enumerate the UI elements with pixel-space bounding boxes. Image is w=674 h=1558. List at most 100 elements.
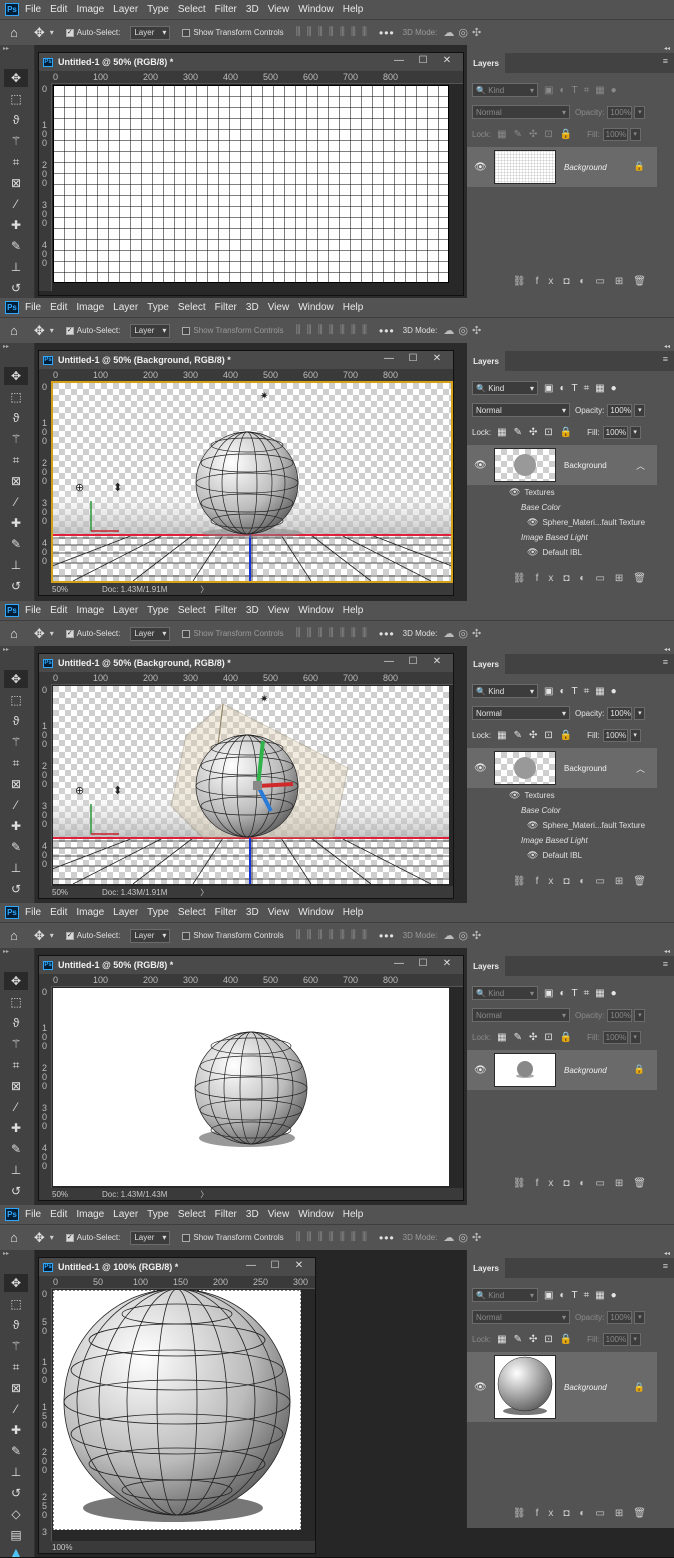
menu-select[interactable]: Select: [178, 302, 206, 313]
layer-row-background[interactable]: 👁 Background 🔒: [467, 147, 657, 187]
collapse-arrows-icon[interactable]: ▸▸: [3, 45, 9, 52]
document-tab[interactable]: Ps Untitled-1 @ 100% (RGB/8) * — ☐ ✕: [39, 1258, 315, 1276]
tab-layers[interactable]: Layers: [467, 654, 505, 674]
3d-mode-icons[interactable]: ☁◎✣: [443, 929, 485, 942]
move-icon[interactable]: ✥: [4, 670, 28, 688]
panel-footer-icons[interactable]: ⛓fx◘◐▭⊞🗑: [467, 874, 674, 888]
minimize-icon[interactable]: —: [239, 1260, 263, 1271]
blur-icon[interactable]: 💧: [4, 1547, 28, 1557]
collapse-arrows-icon[interactable]: ◂◂: [664, 948, 670, 955]
clone-stamp-icon[interactable]: ⊥: [4, 1463, 28, 1481]
more-options-icon[interactable]: •••: [379, 26, 395, 40]
magic-wand-icon[interactable]: ⚚: [4, 733, 28, 751]
chevron-down-icon[interactable]: ▾: [629, 425, 641, 439]
brush-icon[interactable]: ✎: [4, 838, 28, 856]
layer-row-background[interactable]: 👁 Background ︿: [467, 748, 657, 788]
crop-icon[interactable]: ⌗: [4, 153, 28, 171]
chevron-right-icon[interactable]: 〉: [200, 1189, 208, 1200]
lasso-icon[interactable]: ϑ: [4, 712, 28, 730]
move-icon[interactable]: ✥: [4, 69, 28, 87]
default-ibl-row[interactable]: 👁 Default IBL: [527, 848, 582, 863]
menu-select[interactable]: Select: [178, 605, 206, 616]
menu-image[interactable]: Image: [76, 4, 104, 15]
collapse-arrows-icon[interactable]: ◂◂: [664, 343, 670, 350]
brush-icon[interactable]: ✎: [4, 1442, 28, 1460]
healing-brush-icon[interactable]: ✚: [4, 514, 28, 532]
menu-layer[interactable]: Layer: [113, 4, 138, 15]
crop-icon[interactable]: ⌗: [4, 754, 28, 772]
move-tool-icon[interactable]: ✥: [34, 626, 45, 642]
chevron-down-icon[interactable]: ▾: [50, 28, 54, 37]
menu-view[interactable]: View: [268, 4, 290, 15]
lock-icons[interactable]: ▦✎✣⊡🔒: [497, 129, 579, 140]
frame-icon[interactable]: ⊠: [4, 775, 28, 793]
menu-view[interactable]: View: [268, 1209, 290, 1220]
maximize-icon[interactable]: ☐: [401, 353, 425, 364]
document-tab[interactable]: Ps Untitled-1 @ 50% (Background, RGB/8) …: [39, 351, 453, 369]
eye-icon[interactable]: 👁: [527, 850, 538, 861]
opacity-field[interactable]: 100%: [607, 105, 633, 119]
menu-file[interactable]: File: [25, 302, 41, 313]
eye-icon[interactable]: 👁: [527, 820, 538, 831]
eye-icon[interactable]: 👁: [527, 547, 538, 558]
3d-canvas[interactable]: ✷ ⊕ ⬍: [53, 686, 449, 884]
menu-help[interactable]: Help: [343, 4, 364, 15]
crop-icon[interactable]: ⌗: [4, 1056, 28, 1074]
frame-icon[interactable]: ⊠: [4, 1379, 28, 1397]
menu-3d[interactable]: 3D: [246, 1209, 259, 1220]
menu-edit[interactable]: Edit: [50, 605, 67, 616]
tab-layers[interactable]: Layers: [467, 956, 505, 976]
more-options-icon[interactable]: •••: [379, 929, 395, 943]
auto-select-checkbox[interactable]: ✓: [65, 931, 74, 940]
lasso-icon[interactable]: ϑ: [4, 1316, 28, 1334]
filter-icons[interactable]: ▣◐T⌗▦●: [544, 1290, 623, 1301]
home-icon[interactable]: ⌂: [10, 25, 18, 40]
move-icon[interactable]: ✥: [4, 972, 28, 990]
filter-icons[interactable]: ▣◐T⌗▦●: [544, 686, 623, 697]
clone-stamp-icon[interactable]: ⊥: [4, 556, 28, 574]
menu-file[interactable]: File: [25, 907, 41, 918]
maximize-icon[interactable]: ☐: [411, 55, 435, 66]
show-transform-checkbox[interactable]: [182, 629, 191, 638]
menu-layer[interactable]: Layer: [113, 907, 138, 918]
chevron-down-icon[interactable]: ▾: [634, 1008, 646, 1022]
eye-icon[interactable]: 👁: [474, 1382, 488, 1393]
menu-window[interactable]: Window: [298, 1209, 334, 1220]
opacity-field[interactable]: 100%: [607, 1310, 633, 1324]
fill-field[interactable]: 100%: [602, 425, 628, 439]
align-icons[interactable]: ⫼⫼⫼⫼⫼⫼⫼: [296, 929, 373, 942]
auto-select-target-dropdown[interactable]: Layer ▾: [130, 1230, 171, 1245]
3d-canvas[interactable]: ✷ ⊕ ⬍: [51, 381, 453, 583]
menu-select[interactable]: Select: [178, 4, 206, 15]
menu-window[interactable]: Window: [298, 4, 334, 15]
document-tab[interactable]: Ps Untitled-1 @ 50% (RGB/8) * — ☐ ✕: [39, 53, 463, 71]
history-brush-icon[interactable]: ↺: [4, 1182, 28, 1200]
menu-file[interactable]: File: [25, 1209, 41, 1220]
crop-icon[interactable]: ⌗: [4, 451, 28, 469]
gradient-icon[interactable]: ▤: [4, 1526, 28, 1544]
healing-brush-icon[interactable]: ✚: [4, 1119, 28, 1137]
eraser-icon[interactable]: ◇: [4, 1505, 28, 1523]
align-icons[interactable]: ⫼⫼⫼⫼⫼⫼⫼: [296, 627, 373, 640]
marquee-icon[interactable]: ⬚: [4, 993, 28, 1011]
chevron-down-icon[interactable]: ▾: [629, 127, 641, 141]
tab-layers[interactable]: Layers: [467, 53, 505, 73]
clone-stamp-icon[interactable]: ⊥: [4, 1161, 28, 1179]
menu-file[interactable]: File: [25, 605, 41, 616]
show-transform-checkbox[interactable]: [182, 326, 191, 335]
menu-3d[interactable]: 3D: [246, 4, 259, 15]
home-icon[interactable]: ⌂: [10, 1230, 18, 1245]
lock-icons[interactable]: ▦✎✣⊡🔒: [497, 1334, 579, 1345]
collapse-arrows-icon[interactable]: ▸▸: [3, 343, 9, 350]
panel-menu-icon[interactable]: ≡: [663, 56, 668, 66]
eye-icon[interactable]: 👁: [474, 460, 488, 471]
history-brush-icon[interactable]: ↺: [4, 880, 28, 898]
move-tool-icon[interactable]: ✥: [34, 1230, 45, 1246]
auto-select-checkbox[interactable]: ✓: [65, 629, 74, 638]
home-icon[interactable]: ⌂: [10, 323, 18, 338]
menu-edit[interactable]: Edit: [50, 907, 67, 918]
frame-icon[interactable]: ⊠: [4, 472, 28, 490]
panel-footer-icons[interactable]: ⛓fx◘◐▭⊞🗑: [467, 1506, 674, 1520]
blend-mode-dropdown[interactable]: Normal ▾: [472, 1008, 570, 1022]
eyedropper-icon[interactable]: ⁄: [4, 1400, 28, 1418]
